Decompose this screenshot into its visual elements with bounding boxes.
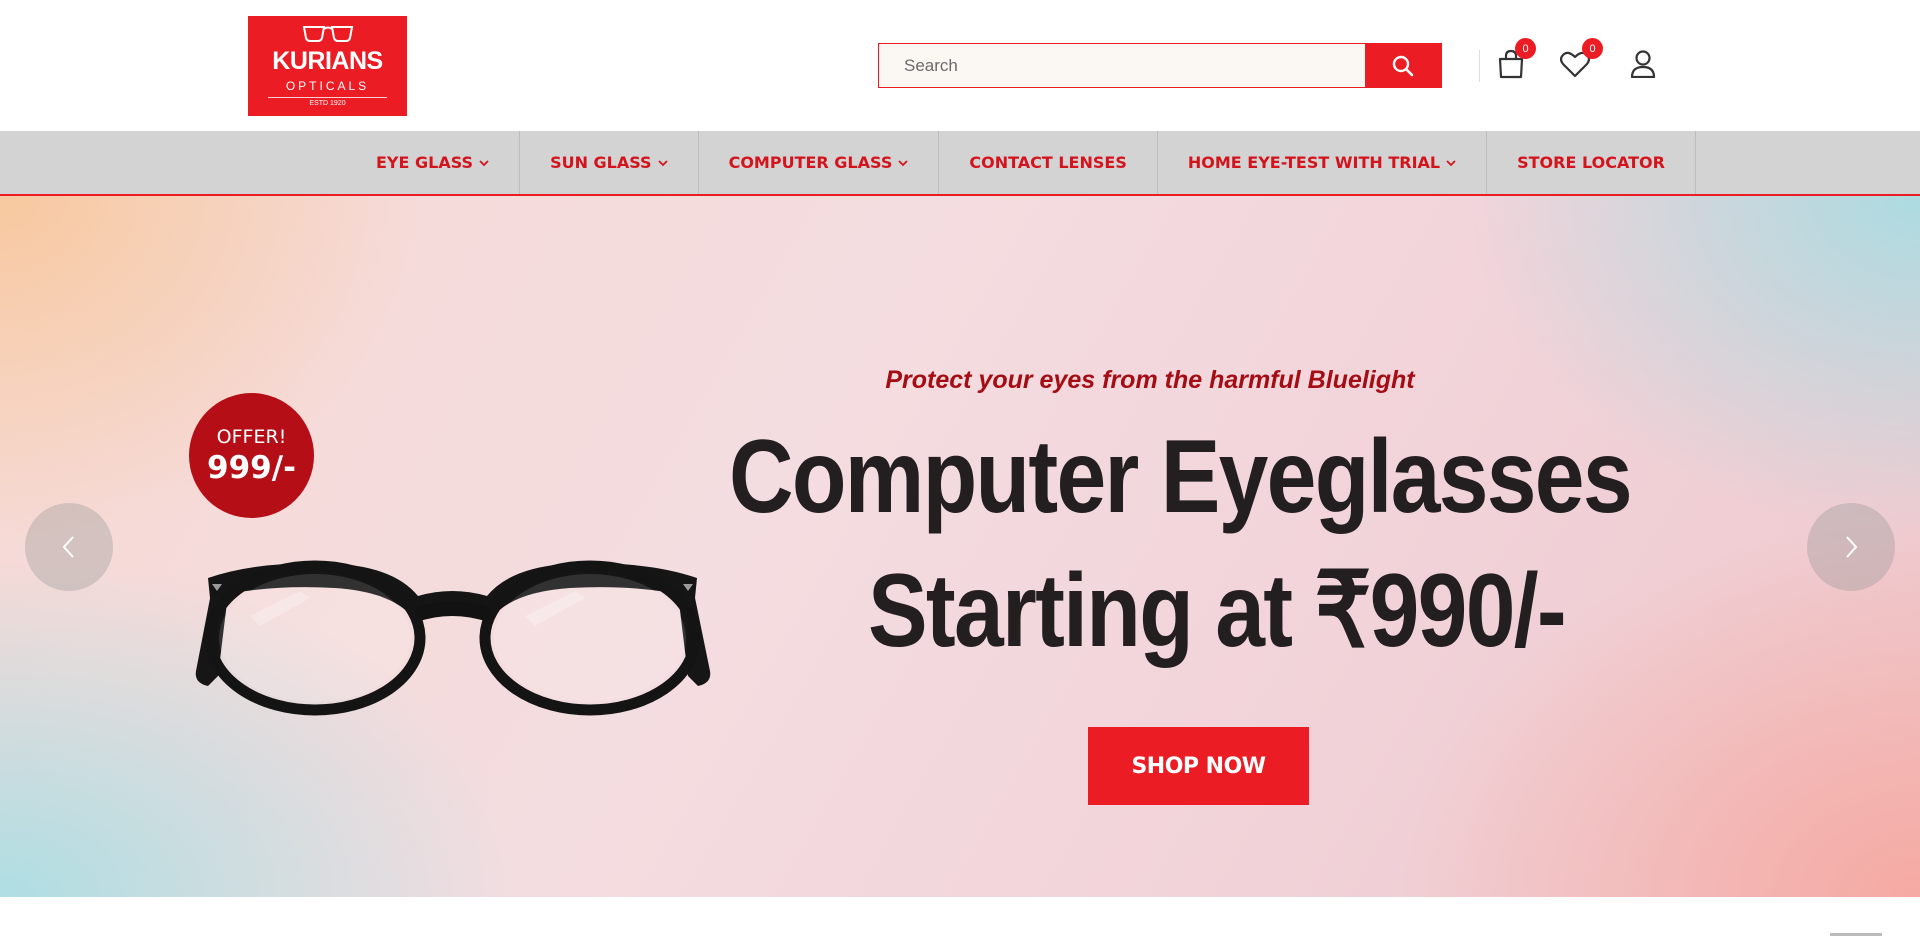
chevron-left-icon	[62, 536, 74, 558]
header-divider	[1479, 50, 1480, 82]
search-input[interactable]	[879, 44, 1365, 87]
nav-item-label: CONTACT LENSES	[969, 153, 1127, 172]
offer-badge: OFFER! 999/-	[189, 393, 314, 518]
nav-item-home-eye-test[interactable]: HOME EYE-TEST WITH TRIAL	[1158, 131, 1488, 194]
logo-divider	[268, 97, 387, 98]
nav-item-eye-glass[interactable]: EYE GLASS	[346, 131, 521, 194]
hero-headline-line2: Starting at ₹990/-	[868, 553, 1567, 669]
offer-price: 999/-	[207, 450, 296, 486]
scroll-indicator	[1830, 933, 1882, 936]
chevron-down-icon	[479, 159, 489, 166]
nav-item-computer-glass[interactable]: COMPUTER GLASS	[699, 131, 940, 194]
glasses-logo-icon	[302, 26, 354, 42]
nav-item-label: SUN GLASS	[550, 153, 652, 172]
user-icon	[1630, 50, 1656, 78]
hero-headline-line1: Computer Eyeglasses	[729, 419, 1633, 535]
site-header: KURIANS OPTICALS ESTD 1920 0 0	[0, 0, 1920, 131]
search-bar	[878, 43, 1442, 88]
chevron-down-icon	[1446, 159, 1456, 166]
nav-item-store-locator[interactable]: STORE LOCATOR	[1487, 131, 1696, 194]
next-slide-button[interactable]	[1807, 503, 1895, 591]
nav-item-label: HOME EYE-TEST WITH TRIAL	[1187, 153, 1441, 172]
offer-label: OFFER!	[216, 426, 287, 448]
search-icon	[1392, 55, 1414, 76]
main-navigation: EYE GLASS SUN GLASS COMPUTER GLASS CONTA…	[0, 131, 1920, 196]
nav-item-sun-glass[interactable]: SUN GLASS	[520, 131, 699, 194]
nav-item-label: STORE LOCATOR	[1517, 153, 1665, 172]
eyeglasses-image	[195, 560, 711, 716]
hero-tagline: Protect your eyes from the harmful Bluel…	[885, 366, 1415, 394]
nav-item-label: COMPUTER GLASS	[728, 153, 893, 172]
shop-now-button[interactable]: SHOP NOW	[1088, 727, 1309, 805]
hero-banner: OFFER! 999/- Protect your eyes from the …	[0, 196, 1920, 897]
chevron-down-icon	[898, 159, 908, 166]
brand-established: ESTD 1920	[309, 100, 346, 107]
brand-subtitle: OPTICALS	[285, 79, 370, 93]
cart-count-badge: 0	[1515, 38, 1536, 59]
chevron-right-icon	[1846, 536, 1858, 558]
nav-item-label: EYE GLASS	[376, 153, 474, 172]
wishlist-count-badge: 0	[1582, 38, 1603, 59]
chevron-down-icon	[657, 159, 668, 166]
account-button[interactable]	[1626, 47, 1660, 81]
search-button[interactable]	[1365, 44, 1441, 87]
prev-slide-button[interactable]	[25, 503, 113, 591]
nav-item-contact-lenses[interactable]: CONTACT LENSES	[939, 131, 1158, 194]
brand-name: KURIANS	[272, 47, 383, 75]
brand-logo[interactable]: KURIANS OPTICALS ESTD 1920	[248, 16, 407, 116]
